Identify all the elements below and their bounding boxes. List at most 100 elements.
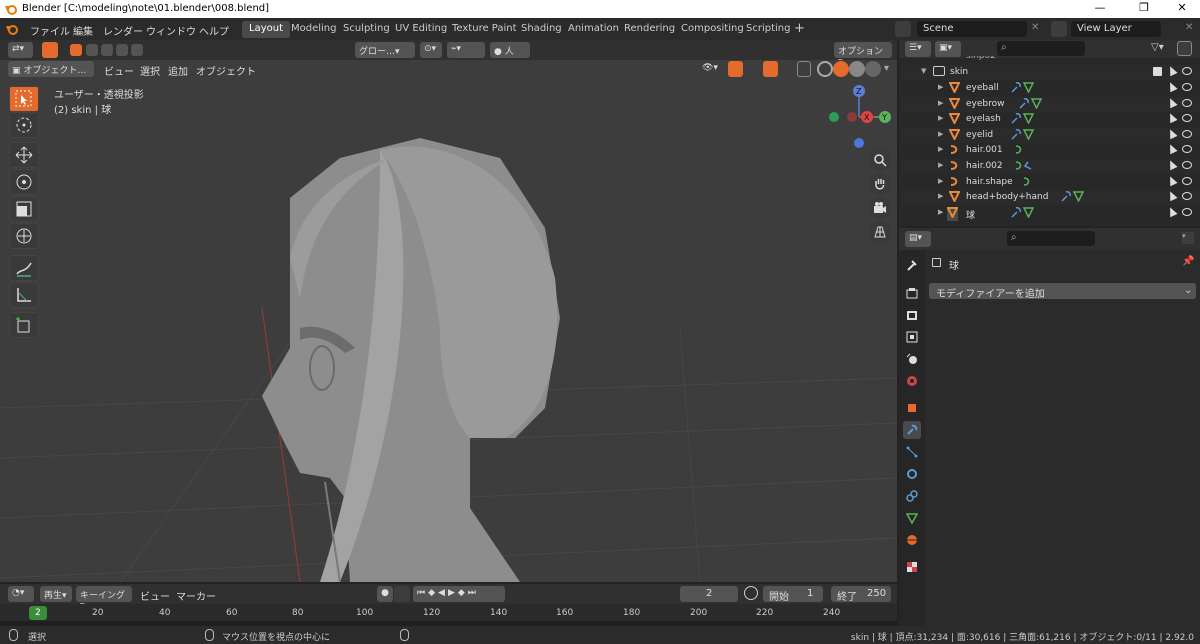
tool-add-cube[interactable] [9, 312, 39, 338]
filter-icon[interactable]: ▽▾ [1151, 42, 1164, 53]
expand-arrow-icon[interactable]: ▶ [938, 208, 943, 216]
visibility-eye-icon[interactable] [1182, 98, 1192, 107]
menu-file[interactable]: ファイル [30, 23, 70, 38]
modifier-wrench-icon[interactable] [1011, 128, 1035, 143]
curve-data-icon[interactable] [1013, 144, 1037, 158]
tab-data[interactable] [903, 509, 921, 527]
pan-view-button[interactable] [869, 173, 891, 195]
tab-tool[interactable] [903, 256, 921, 274]
scene-icon[interactable] [895, 21, 911, 37]
outliner-item[interactable]: ▶ eyeball [901, 80, 1200, 96]
expand-arrow-icon[interactable]: ▼ [921, 67, 926, 75]
menu-add[interactable]: 追加 [168, 63, 188, 78]
ortho-toggle-button[interactable] [869, 221, 891, 243]
outliner-collection-skin[interactable]: ▼ skin [901, 64, 1200, 80]
outliner-display-mode-button[interactable]: ▣▾ [935, 41, 961, 57]
selectable-icon[interactable] [1166, 158, 1178, 171]
select-mode-subtract-icon[interactable] [101, 44, 113, 56]
modifier-wrench-icon[interactable] [1011, 82, 1035, 96]
selectable-icon[interactable] [1166, 127, 1178, 140]
view-object-types-icon[interactable]: 👁▾ [698, 61, 722, 77]
auto-keying-options[interactable] [394, 586, 410, 602]
tab-texture-paint[interactable]: Texture Paint [445, 21, 524, 38]
selectable-icon[interactable] [1166, 174, 1178, 186]
scene-field[interactable]: Scene [917, 21, 1027, 37]
modifier-wrench-icon[interactable] [1011, 206, 1035, 221]
add-workspace-button[interactable]: + [787, 19, 812, 36]
selectable-icon[interactable] [1166, 111, 1178, 124]
visibility-eye-icon[interactable] [1182, 67, 1192, 75]
properties-search-input[interactable]: ⌕ [1007, 231, 1095, 246]
tab-physics[interactable] [903, 465, 921, 483]
camera-view-button[interactable] [869, 197, 891, 219]
outliner-search-input[interactable]: ⌕ [997, 41, 1085, 56]
navigation-gizmo[interactable]: Z X Y [826, 82, 896, 152]
outliner-item[interactable]: ▶ eyebrow [901, 96, 1200, 112]
tab-render[interactable] [903, 284, 921, 302]
outliner-item[interactable]: ▶ eyelid [901, 127, 1200, 143]
tab-world[interactable] [903, 372, 921, 390]
menu-render[interactable]: レンダー [103, 23, 143, 38]
menu-window[interactable]: ウィンドウ [146, 23, 196, 38]
visibility-eye-icon[interactable] [1182, 145, 1192, 154]
select-mode-extend-icon[interactable] [86, 44, 98, 56]
overlay-dropdown-icon[interactable] [780, 61, 790, 77]
tab-view-layer[interactable] [903, 328, 921, 346]
tab-scene[interactable] [903, 350, 921, 368]
shading-wireframe-icon[interactable] [817, 61, 833, 77]
visibility-eye-icon[interactable] [1182, 176, 1192, 185]
visibility-eye-icon[interactable] [1182, 192, 1192, 201]
selectable-icon[interactable] [1166, 205, 1178, 218]
timeline-editor-type-button[interactable]: ◔▾ [8, 586, 34, 602]
blender-menu-icon[interactable] [5, 23, 19, 35]
gizmo-toggle-icon[interactable] [728, 61, 743, 77]
curve-data-icon[interactable] [1013, 160, 1037, 174]
close-button[interactable]: ✕ [1162, 1, 1200, 17]
view-layer-field[interactable]: View Layer [1071, 21, 1161, 37]
playback-controls[interactable]: ⏮◆◀▶◆⏭ [413, 586, 505, 602]
modifier-wrench-icon[interactable] [1011, 113, 1035, 127]
visibility-eye-icon[interactable] [1182, 129, 1192, 138]
outliner-item[interactable]: ▶ hair.002 [901, 158, 1200, 174]
expand-arrow-icon[interactable]: ▶ [938, 145, 943, 153]
record-button[interactable]: ● [377, 586, 393, 602]
selectable-icon[interactable] [1166, 64, 1178, 77]
proportional-edit-button[interactable]: ● 人 [490, 42, 530, 58]
menu-view[interactable]: ビュー [104, 63, 134, 78]
outliner-item[interactable]: ▶ eyelash [901, 111, 1200, 128]
tab-constraints[interactable] [903, 487, 921, 505]
outliner-item[interactable]: ▶ hair.shape [901, 174, 1200, 190]
select-mode-invert-icon[interactable] [116, 44, 128, 56]
outliner-editor-type-button[interactable]: ☰▾ [905, 41, 931, 57]
tab-output[interactable] [903, 306, 921, 324]
overlay-toggle-icon[interactable] [763, 61, 778, 77]
visibility-eye-icon[interactable] [1182, 83, 1192, 91]
menu-edit[interactable]: 編集 [73, 23, 93, 38]
expand-arrow-icon[interactable]: ▶ [938, 161, 943, 169]
maximize-button[interactable]: ❐ [1124, 1, 1164, 17]
timeline-keying-dropdown[interactable]: キーイング▾ [76, 586, 132, 611]
selectable-icon[interactable] [1166, 189, 1178, 202]
tab-material[interactable] [903, 531, 921, 549]
select-mode-intersect-icon[interactable] [131, 44, 143, 56]
options-dropdown[interactable]: オプション ▾ [834, 42, 892, 67]
tool-move[interactable] [9, 142, 39, 168]
select-tool-icon[interactable] [42, 42, 58, 58]
current-frame-field[interactable]: 2 [680, 586, 738, 602]
outliner-item[interactable]: ▶ 球 [901, 205, 1200, 221]
properties-options-icon[interactable]: ▾ [1182, 232, 1194, 244]
pin-icon[interactable]: 📌 [1182, 256, 1194, 267]
outliner-item[interactable]: ▶ hair.001 [901, 143, 1200, 159]
new-collection-icon[interactable] [1177, 41, 1192, 56]
tab-layout[interactable]: Layout [242, 21, 290, 38]
visibility-eye-icon[interactable] [1182, 161, 1192, 169]
modifier-wrench-icon[interactable] [1061, 191, 1085, 205]
properties-editor-type-button[interactable]: ▤▾ [905, 231, 931, 247]
visibility-eye-icon[interactable] [1182, 207, 1192, 216]
transform-orientation-dropdown[interactable]: グロー…▾ [355, 42, 415, 58]
tool-rotate[interactable] [9, 169, 39, 195]
mode-dropdown[interactable]: ▣ オブジェクト…▾ [8, 61, 94, 86]
minimize-button[interactable]: — [1080, 1, 1120, 17]
tool-select-box[interactable] [9, 86, 39, 112]
shading-rendered-icon[interactable] [865, 61, 881, 77]
